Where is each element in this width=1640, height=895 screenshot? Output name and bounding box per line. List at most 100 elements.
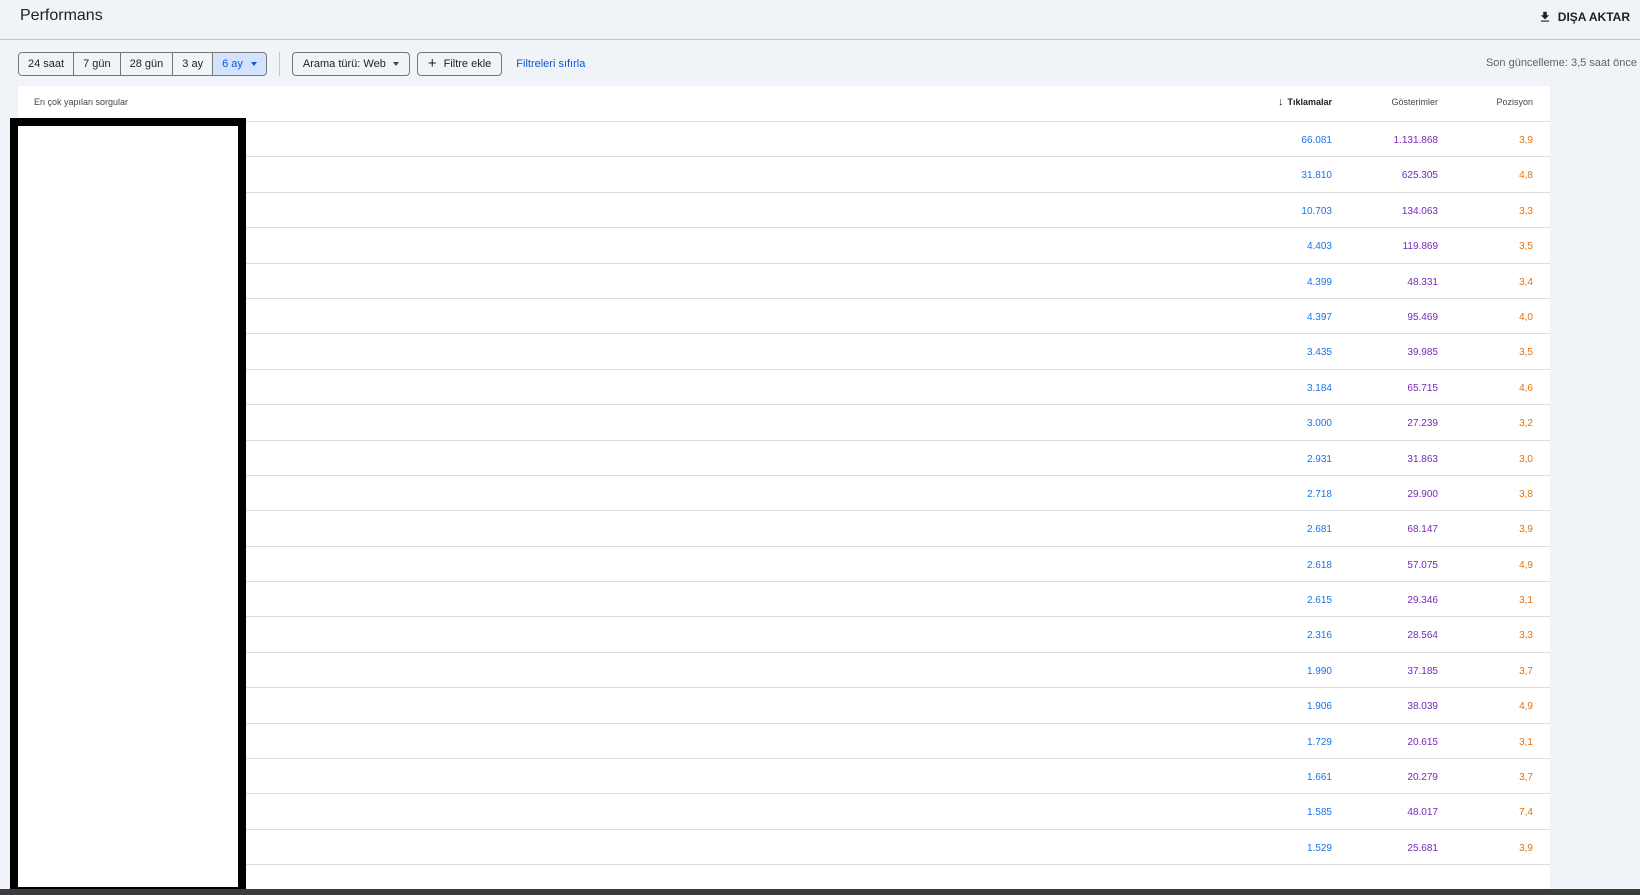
cell-position: 3,1 [1519,736,1533,748]
table-row[interactable]: 2.681 68.147 3,9 [18,511,1550,547]
column-header-position[interactable]: Pozisyon [1496,97,1533,107]
table-row[interactable]: 1.729 20.615 3,1 [18,724,1550,760]
download-icon [1540,11,1549,22]
cell-impressions: 29.900 [1407,488,1438,500]
cell-clicks: 2.316 [1306,630,1332,642]
cell-impressions: 1.131.868 [1393,135,1439,146]
cell-position: 4,0 [1519,311,1533,323]
cell-position: 3,2 [1519,418,1533,430]
date-range-label: 7 gün [83,58,111,70]
table-row[interactable]: 4.397 95.469 4,0 [18,299,1550,335]
cell-position: 4,9 [1519,701,1533,713]
table-row[interactable]: 3.435 39.985 3,5 [18,334,1550,370]
cell-impressions: 134.063 [1401,205,1438,217]
plus-icon: + [427,55,437,72]
last-update-text: Son güncelleme: 3,5 saat önce [1485,57,1637,69]
cell-impressions: 29.346 [1407,595,1438,607]
table-row[interactable]: 2.615 29.346 3,1 [18,582,1550,618]
cell-impressions: 95.469 [1407,311,1438,323]
table-row[interactable]: 2.618 57.075 4,9 [18,547,1550,583]
cell-clicks: 31.810 [1301,170,1332,182]
date-range-label: 6 ay [222,58,243,70]
cell-clicks: 1.585 [1306,807,1332,819]
date-range-3m[interactable]: 3 ay [173,53,214,75]
date-range-28d[interactable]: 28 gün [120,53,174,75]
cell-position: 3,3 [1519,630,1533,642]
cell-position: 7,4 [1519,807,1533,819]
cell-position: 4,6 [1519,382,1533,394]
cell-clicks: 2.718 [1306,488,1332,500]
cell-position: 3,8 [1519,488,1533,500]
cell-impressions: 20.279 [1407,772,1438,784]
page-header: Performans DIŞA AKTAR [0,0,1640,40]
cell-clicks: 1.906 [1306,701,1332,713]
cell-position: 3,1 [1519,595,1533,607]
cell-clicks: 2.618 [1306,559,1332,571]
cell-position: 4,8 [1519,170,1533,182]
table-row[interactable]: 3.000 27.239 3,2 [18,405,1550,441]
table-row[interactable]: 1.529 25.681 3,9 [18,830,1550,866]
cell-impressions: 25.681 [1407,842,1438,854]
search-type-filter[interactable]: Arama türü: Web [291,52,410,76]
cell-impressions: 68.147 [1407,524,1438,536]
table-row[interactable]: 1.990 37.185 3,7 [18,653,1550,689]
table-row[interactable]: 4.399 48.331 3,4 [18,264,1550,299]
queries-table: En çok yapılan sorgular ↓ Tıklamalar Gös… [18,86,1550,895]
table-row[interactable]: 10.703 134.063 3,3 [18,193,1550,229]
date-range-label: 28 gün [129,58,164,70]
cell-clicks: 1.529 [1306,842,1332,854]
caret-down-icon [392,62,399,66]
cell-impressions: 28.564 [1407,630,1438,642]
cell-position: 3,9 [1519,842,1533,854]
table-row[interactable]: 2.718 29.900 3,8 [18,476,1550,512]
table-row[interactable]: 2.931 31.863 3,0 [18,441,1550,476]
cell-position: 3,7 [1519,665,1533,677]
table-header: En çok yapılan sorgular ↓ Tıklamalar Gös… [18,86,1550,122]
cell-impressions: 37.185 [1407,665,1438,677]
table-row[interactable]: 3.184 65.715 4,6 [18,370,1550,406]
search-type-label: Arama türü: Web [302,58,386,70]
cell-clicks: 2.615 [1306,595,1332,607]
page-title: Performans [20,7,103,24]
date-range-label: 24 saat [28,58,65,70]
add-filter-label: Filtre ekle [443,58,492,70]
date-range-7d[interactable]: 7 gün [74,53,121,75]
cell-clicks: 3.000 [1306,418,1332,430]
date-range-6m[interactable]: 6 ay [213,53,266,75]
cell-position: 3,4 [1519,276,1533,288]
column-header-clicks[interactable]: ↓ Tıklamalar [1278,96,1332,107]
cell-clicks: 1.661 [1306,772,1332,784]
redacted-query-column [10,118,246,895]
cell-position: 3,9 [1519,135,1533,146]
cell-clicks: 2.681 [1306,524,1332,536]
add-filter-button[interactable]: + Filtre ekle [416,52,503,76]
cell-clicks: 1.729 [1306,736,1332,748]
cell-impressions: 65.715 [1407,382,1438,394]
cell-position: 3,9 [1519,524,1533,536]
table-row[interactable]: 1.585 48.017 7,4 [18,794,1550,830]
table-row[interactable]: 1.906 38.039 4,9 [18,688,1550,724]
filter-toolbar: 24 saat 7 gün 28 gün 3 ay 6 ay Arama tür… [18,52,585,76]
table-row[interactable]: 31.810 625.305 4,8 [18,157,1550,193]
cell-position: 3,5 [1519,347,1533,359]
table-row[interactable]: 4.403 119.869 3,5 [18,228,1550,264]
cell-impressions: 31.863 [1407,453,1438,465]
caret-down-icon [250,62,257,66]
table-row[interactable]: 1.661 20.279 3,7 [18,759,1550,795]
cell-position: 3,5 [1519,241,1533,253]
cell-clicks: 10.703 [1301,205,1332,217]
cell-impressions: 20.615 [1407,736,1438,748]
column-header-impressions[interactable]: Gösterimler [1391,97,1438,107]
column-header-query[interactable]: En çok yapılan sorgular [34,97,128,107]
table-body: 66.081 1.131.868 3,9 31.810 625.305 4,8 10.703… [18,122,1550,866]
reset-filters-link[interactable]: Filtreleri sıfırla [516,58,585,70]
cell-clicks: 66.081 [1301,135,1332,146]
cell-position: 3,7 [1519,772,1533,784]
cell-clicks: 4.399 [1306,276,1332,288]
cell-clicks: 3.184 [1306,382,1332,394]
table-row[interactable]: 66.081 1.131.868 3,9 [18,122,1550,158]
export-button[interactable]: DIŞA AKTAR [1538,6,1630,28]
table-row[interactable]: 2.316 28.564 3,3 [18,617,1550,653]
cell-impressions: 38.039 [1407,701,1438,713]
date-range-24h[interactable]: 24 saat [19,53,75,75]
